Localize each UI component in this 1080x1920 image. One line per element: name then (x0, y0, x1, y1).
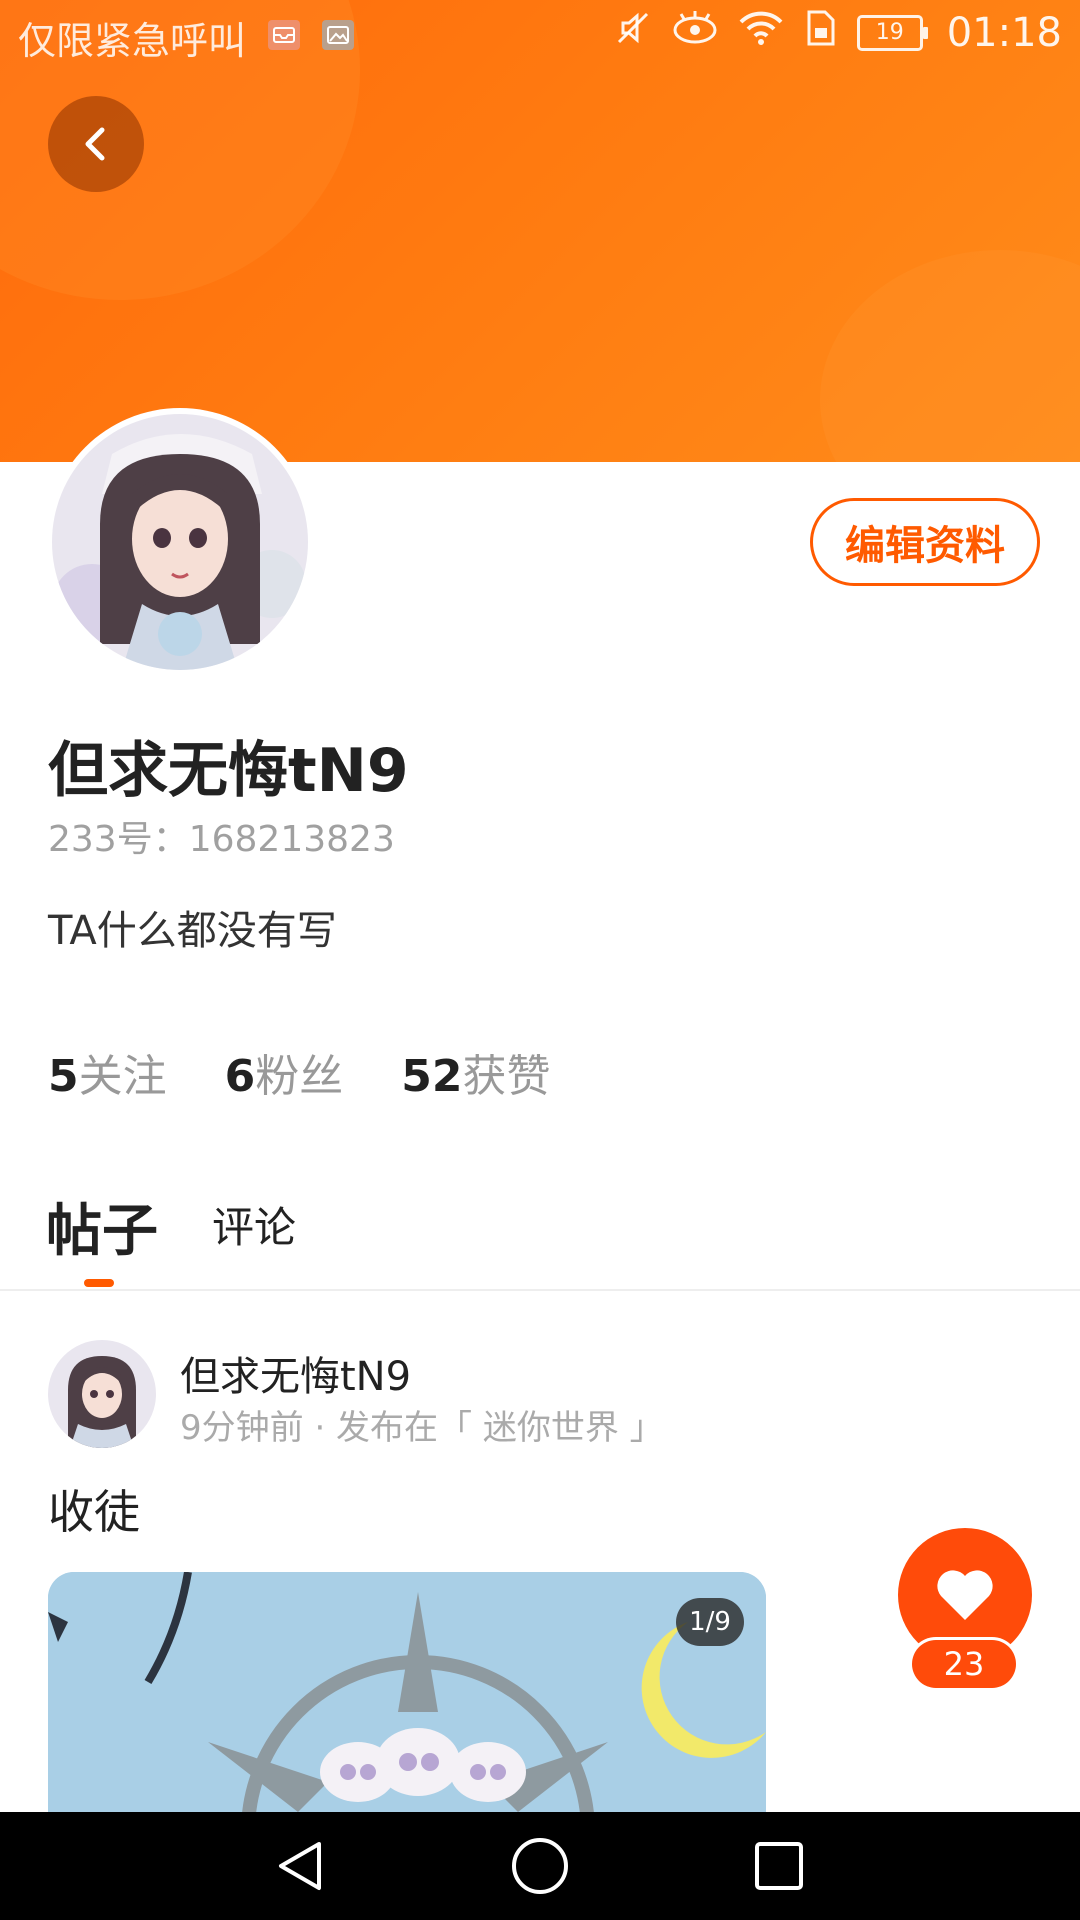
post-author-avatar[interactable] (48, 1340, 156, 1448)
heart-icon (937, 1570, 993, 1620)
stat-label: 粉丝 (255, 1051, 344, 1102)
home-circle-icon (512, 1838, 568, 1894)
profile-stats: 5关注 6粉丝 52获赞 (48, 1040, 550, 1104)
chevron-left-icon (85, 127, 105, 161)
mute-icon (613, 8, 653, 58)
stat-label: 获赞 (462, 1051, 551, 1102)
post-title[interactable]: 收徒 (48, 1476, 140, 1542)
nav-back-button[interactable] (266, 1834, 336, 1898)
nav-home-button[interactable] (505, 1834, 575, 1898)
notification-mail-icon (268, 20, 300, 50)
profile-name: 但求无悔tN9 (48, 736, 409, 806)
active-tab-indicator (84, 1279, 114, 1287)
edit-profile-button[interactable]: 编辑资料 (810, 498, 1040, 586)
recents-square-icon (755, 1842, 803, 1890)
stat-followers[interactable]: 6粉丝 (225, 1040, 344, 1104)
eye-comfort-icon (671, 8, 719, 58)
stat-label: 关注 (78, 1051, 167, 1102)
status-bar: 仅限紧急呼叫 19 01:18 (0, 0, 1080, 72)
profile-id: 233号：168213823 (48, 819, 395, 860)
carrier-text: 仅限紧急呼叫 (18, 19, 247, 63)
stat-number: 5 (48, 1051, 79, 1102)
notification-image-icon (322, 20, 354, 50)
image-counter: 1/9 (676, 1598, 744, 1646)
wifi-icon (737, 8, 785, 58)
post-meta: 9分钟前 · 发布在「 迷你世界 」 (180, 1408, 664, 1448)
profile-avatar[interactable] (52, 414, 308, 670)
stat-likes[interactable]: 52获赞 (401, 1040, 550, 1104)
sim-icon (803, 8, 839, 58)
clock: 01:18 (946, 10, 1062, 56)
tab-posts[interactable]: 帖子 (46, 1186, 158, 1267)
back-button[interactable] (48, 96, 144, 192)
stat-number: 6 (224, 1051, 256, 1102)
back-triangle-icon (279, 1842, 321, 1890)
system-icons: 19 01:18 (613, 8, 1062, 58)
nav-recents-button[interactable] (744, 1834, 814, 1898)
stat-following[interactable]: 5关注 (48, 1040, 167, 1104)
post-author-name[interactable]: 但求无悔tN9 (180, 1344, 411, 1402)
stat-number: 52 (401, 1051, 463, 1102)
divider (0, 1289, 1080, 1291)
tab-comments[interactable]: 评论 (212, 1194, 296, 1255)
battery-icon: 19 (856, 15, 928, 51)
like-count: 23 (912, 1640, 1016, 1688)
profile-bio: TA什么都没有写 (48, 908, 337, 954)
banner-decoration (820, 250, 1080, 462)
